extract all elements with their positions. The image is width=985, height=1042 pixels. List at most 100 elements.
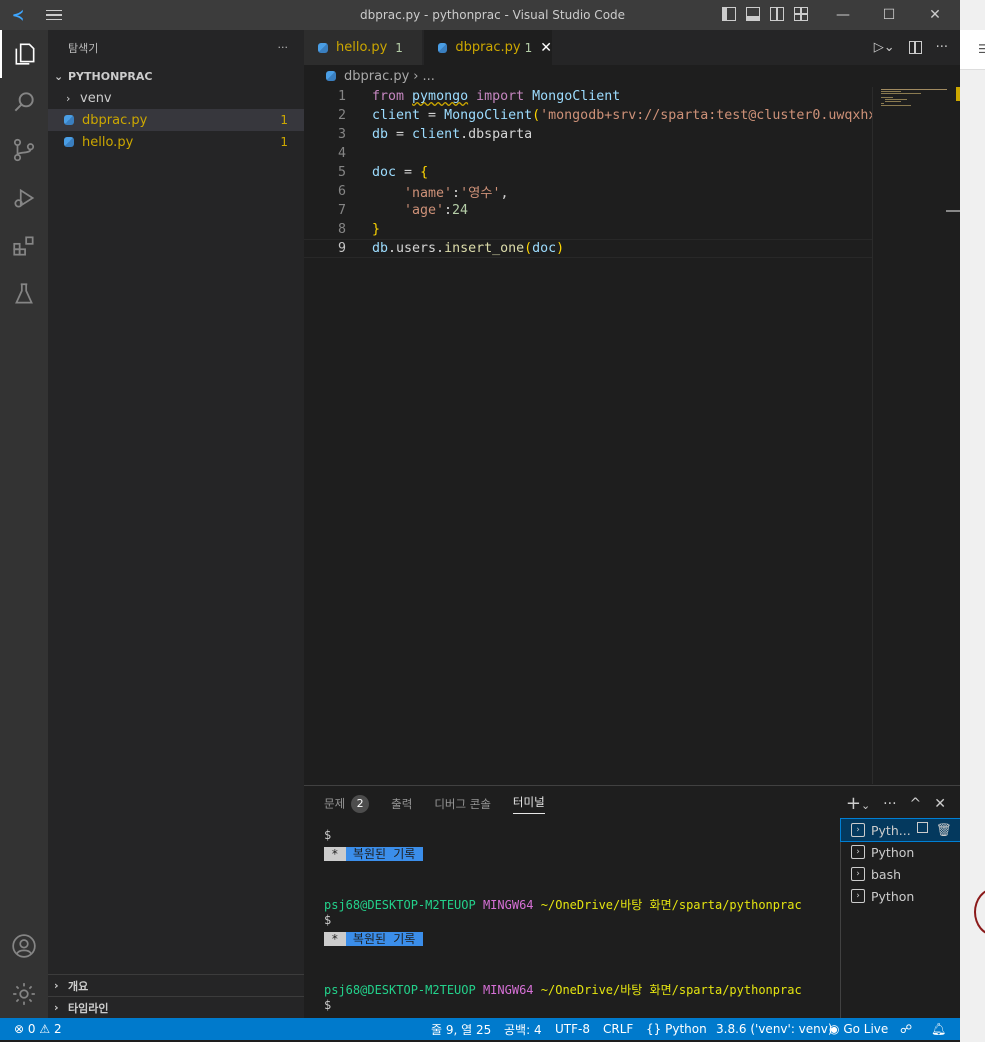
error-icon: ⊗ <box>14 1022 25 1036</box>
notifications-bell-icon[interactable]: 🔔︎ <box>931 1018 946 1040</box>
layout-controls <box>722 7 808 21</box>
terminal-list-item[interactable]: › Python <box>841 885 960 907</box>
close-window-button[interactable]: ✕ <box>912 0 958 30</box>
indentation[interactable]: 공백: 4 <box>504 1018 542 1040</box>
tree-item-dbprac[interactable]: dbprac.py 1 <box>48 109 304 131</box>
code-line: 5 doc = { <box>304 163 872 182</box>
python-interpreter[interactable]: 3.8.6 ('venv': venv) <box>716 1018 833 1040</box>
outline-label: 개요 <box>68 979 89 993</box>
terminal-list-item[interactable]: › bash <box>841 863 960 885</box>
maximize-button[interactable]: ☐ <box>866 0 912 30</box>
outline-section[interactable]: › 개요 <box>48 974 304 996</box>
terminal-list-item[interactable]: › Python <box>841 841 960 863</box>
tab-problems[interactable]: 문제 2 <box>324 794 370 813</box>
record-indicator-icon <box>974 888 985 936</box>
tab-debug-console[interactable]: 디버그 콘솔 <box>434 796 491 812</box>
timeline-section[interactable]: › 타임라인 <box>48 996 304 1018</box>
tree-item-venv[interactable]: › venv <box>48 87 304 109</box>
accounts-icon[interactable] <box>0 922 48 970</box>
tree-item-hello[interactable]: hello.py 1 <box>48 131 304 153</box>
cursor-position[interactable]: 줄 9, 열 25 <box>431 1018 491 1040</box>
more-actions-icon[interactable]: ··· <box>883 796 896 812</box>
breadcrumb: dbprac.py › ... <box>304 65 960 87</box>
project-folder-header[interactable]: ⌄ PYTHONPRAC <box>48 65 304 87</box>
code-line-current: 9 db.users.insert_one(doc) <box>304 239 872 258</box>
end-of-line[interactable]: CRLF <box>603 1018 633 1040</box>
tree-item-label: hello.py <box>82 134 134 150</box>
chevron-down-icon: ⌄ <box>54 69 64 83</box>
search-icon[interactable] <box>0 78 48 126</box>
python-file-icon <box>64 115 74 125</box>
line-number: 1 <box>337 89 346 104</box>
terminal-output[interactable]: $ * 복원된 기록 psj68@DESKTOP-M2TEUOP MINGW64… <box>324 828 836 1015</box>
minimize-button[interactable]: — <box>820 0 866 30</box>
background-window: ☰ <box>960 0 985 1042</box>
encoding[interactable]: UTF-8 <box>555 1018 590 1040</box>
explorer-icon[interactable] <box>0 30 48 78</box>
status-bar: ⊗ 0 ⚠ 2 줄 9, 열 25 공백: 4 UTF-8 CRLF {} Py… <box>0 1018 960 1040</box>
tab-dbprac-py[interactable]: dbprac.py 1 ✕ <box>424 30 552 65</box>
terminal-line: * 복원된 기록 <box>324 847 423 861</box>
tab-problem-count: 1 <box>524 40 533 55</box>
terminal-list-item[interactable]: › Pyth... 🗑 <box>840 818 960 842</box>
explorer-more-button[interactable]: ··· <box>278 41 289 54</box>
tab-terminal[interactable]: 터미널 <box>512 794 545 814</box>
language-mode[interactable]: {} Python <box>646 1018 707 1040</box>
split-editor-icon[interactable] <box>908 41 922 54</box>
code-line: 2 client = MongoClient('mongodb+srv://sp… <box>304 106 892 125</box>
run-file-icon[interactable]: ▷⌄ <box>874 40 895 55</box>
trash-icon[interactable]: 🗑 <box>936 822 952 838</box>
problem-count: 1 <box>280 113 288 127</box>
line-number: 2 <box>337 108 346 123</box>
terminal-list: › Pyth... 🗑 › Python › bash › Python <box>840 818 960 1019</box>
tree-item-label: venv <box>80 90 112 106</box>
settings-gear-icon[interactable] <box>0 970 48 1018</box>
chevron-right-icon: › <box>66 91 71 105</box>
terminal-line: $ <box>324 998 332 1012</box>
new-terminal-button[interactable]: +⌄ <box>846 793 870 814</box>
menu-icon[interactable] <box>36 9 72 21</box>
terminal-icon: › <box>851 845 865 859</box>
tab-output[interactable]: 출력 <box>391 796 412 812</box>
toggle-sidebar-icon[interactable] <box>722 7 736 21</box>
feedback-icon[interactable]: ☍ <box>900 1018 912 1040</box>
code-line: 4 <box>304 144 872 163</box>
code-line: 1 from pymongo import MongoClient <box>304 87 872 106</box>
source-control-icon[interactable] <box>0 126 48 174</box>
split-terminal-icon[interactable] <box>917 822 929 833</box>
terminal-icon: › <box>851 867 865 881</box>
toggle-panel-icon[interactable] <box>746 7 760 21</box>
vscode-window: ≺ dbprac.py - pythonprac - Visual Studio… <box>0 0 960 1042</box>
customize-layout-icon[interactable] <box>794 7 808 21</box>
line-number: 6 <box>337 184 346 199</box>
minimap[interactable] <box>872 87 956 784</box>
terminal-line: $ <box>324 913 332 927</box>
testing-icon[interactable] <box>0 270 48 318</box>
close-panel-icon[interactable]: ✕ <box>934 796 946 812</box>
breadcrumb-file[interactable]: dbprac.py <box>344 69 409 84</box>
run-debug-icon[interactable] <box>0 174 48 222</box>
maximize-panel-icon[interactable]: ^ <box>910 796 922 812</box>
breadcrumb-symbols[interactable]: ... <box>423 69 435 84</box>
code-text: client = MongoClient('mongodb+srv://spar… <box>372 108 893 123</box>
code-editor[interactable]: 1 from pymongo import MongoClient 2 clie… <box>304 87 960 784</box>
extensions-icon[interactable] <box>0 222 48 270</box>
more-actions-icon[interactable]: ··· <box>936 40 948 55</box>
menu-icon: ☰ <box>978 42 985 56</box>
tab-hello-py[interactable]: hello.py 1 <box>304 30 422 65</box>
chevron-right-icon: › <box>54 979 59 992</box>
problems-status[interactable]: ⊗ 0 ⚠ 2 <box>14 1018 62 1040</box>
warning-icon: ⚠ <box>39 1022 51 1036</box>
line-number: 7 <box>337 203 346 218</box>
explorer-sidebar: 탐색기 ··· ⌄ PYTHONPRAC › venv dbprac.py 1 … <box>48 30 304 1018</box>
code-text: from pymongo import MongoClient <box>372 89 621 104</box>
tab-close-icon[interactable]: ✕ <box>540 40 552 56</box>
braces-icon: {} <box>646 1022 662 1036</box>
go-live-button[interactable]: ◉ Go Live <box>829 1018 888 1040</box>
code-line: 7 'age':24 <box>304 201 872 220</box>
toggle-secondary-sidebar-icon[interactable] <box>770 7 784 21</box>
